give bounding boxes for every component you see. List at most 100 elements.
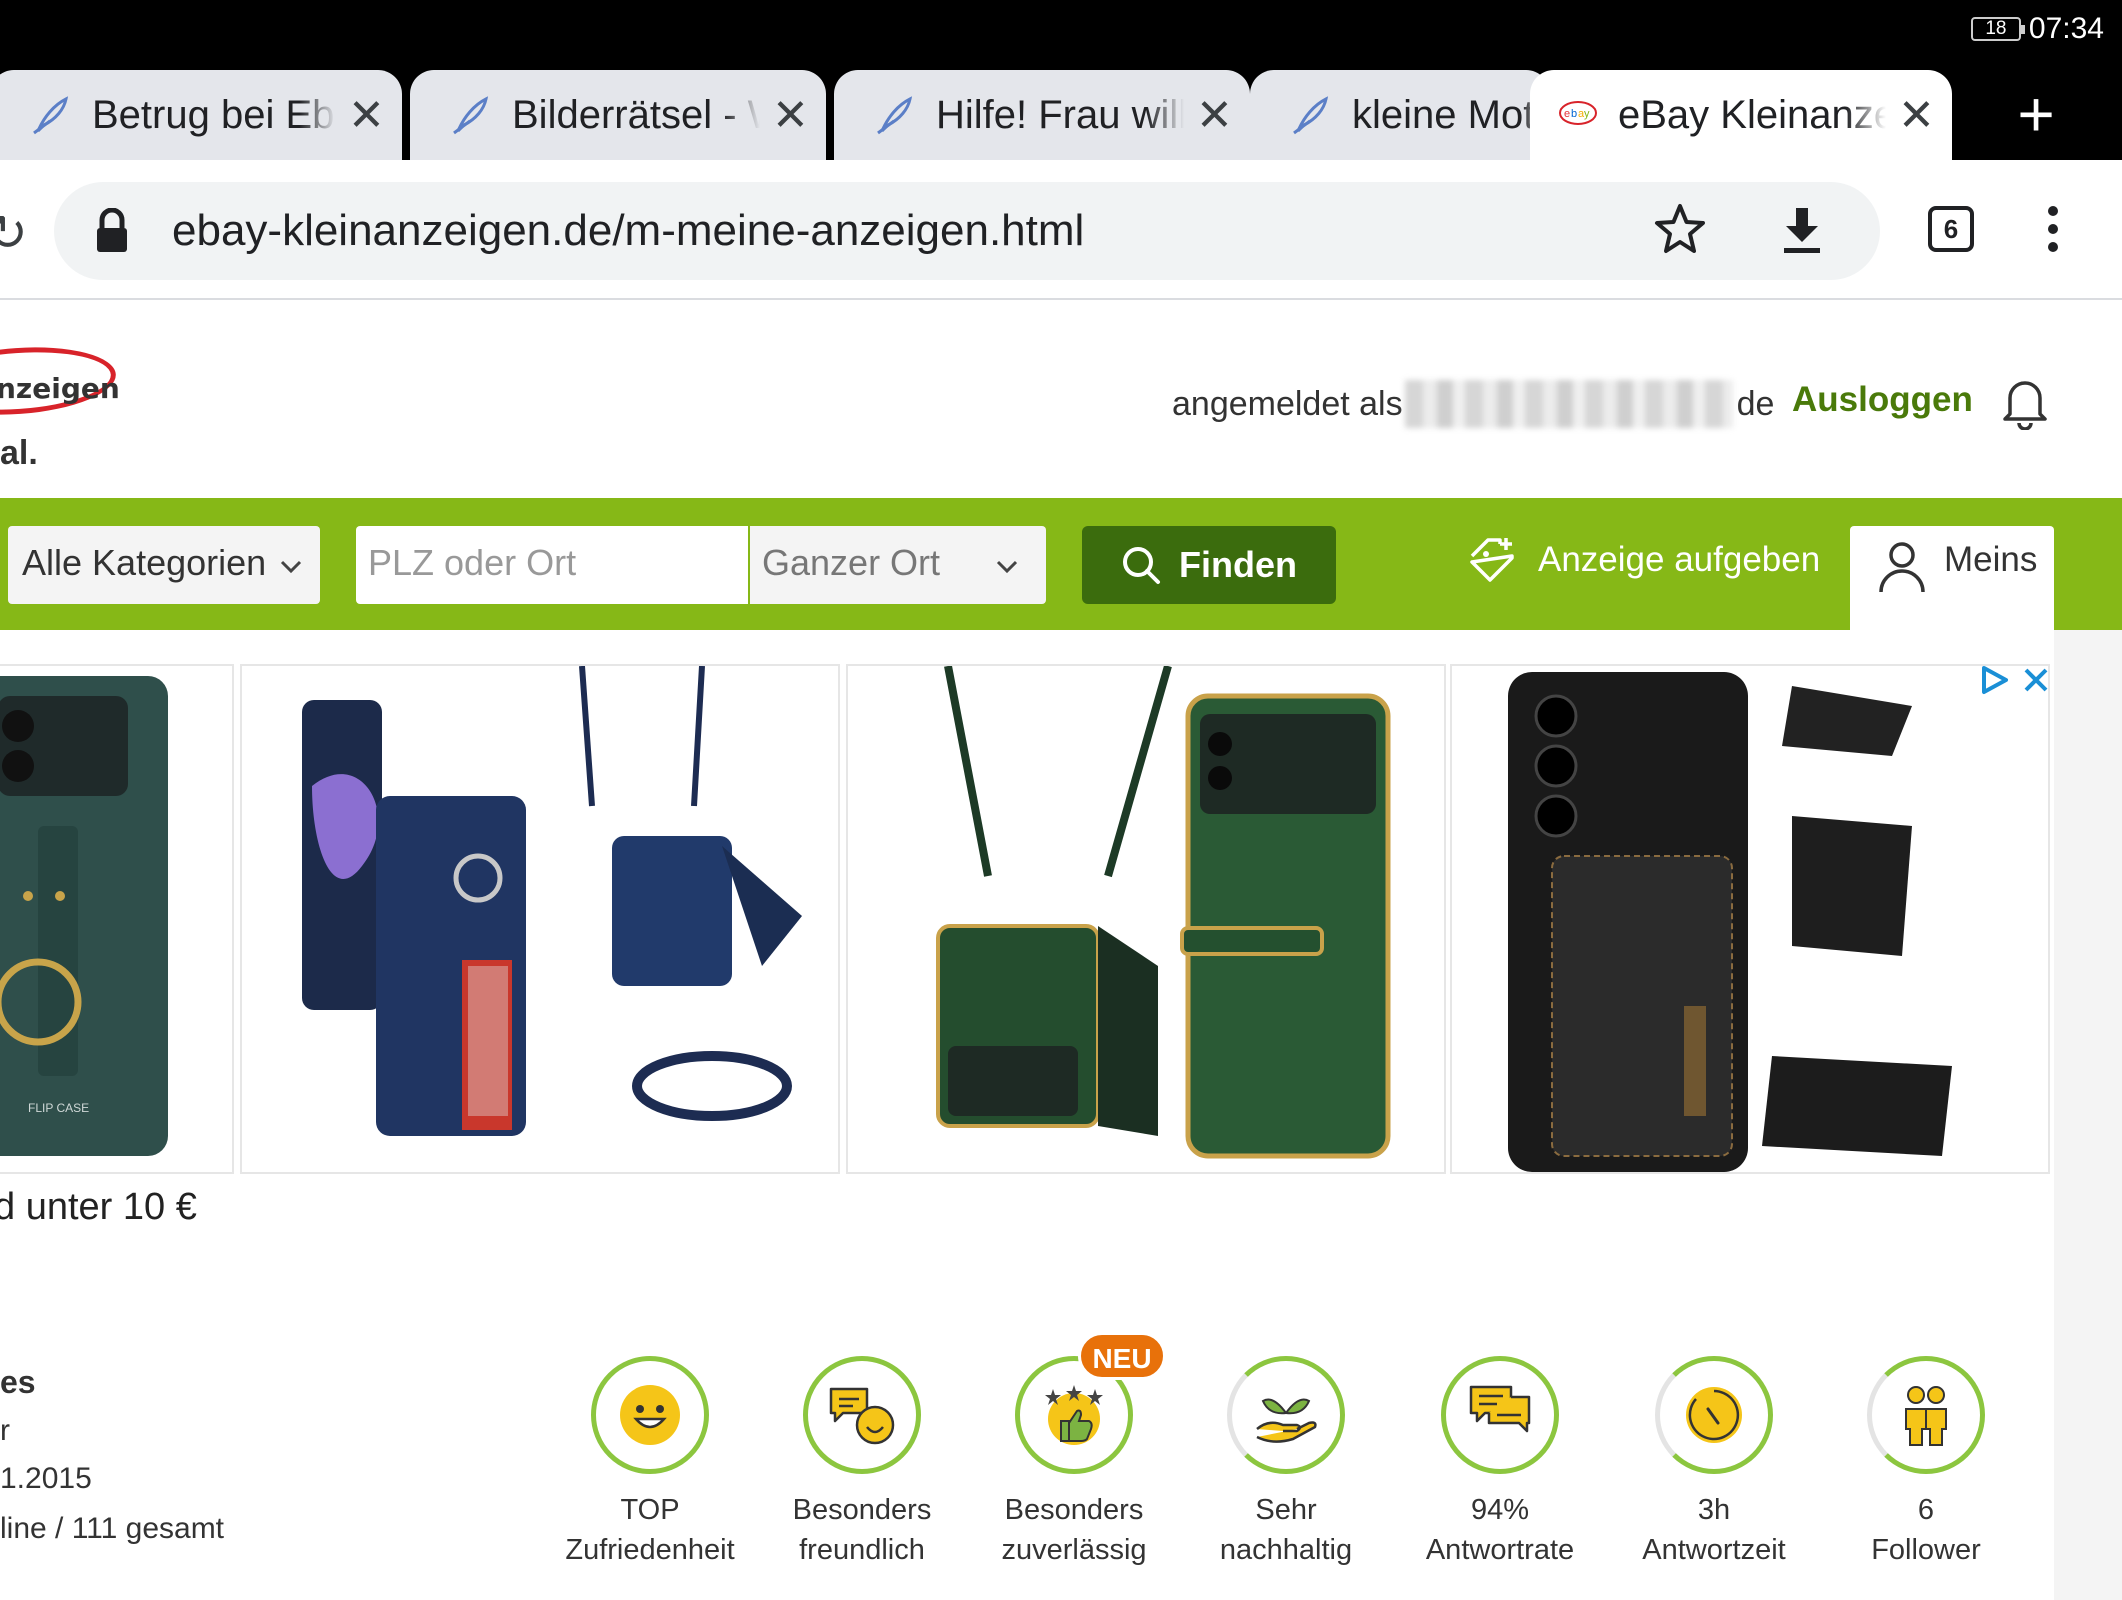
badge-response-time[interactable]: 3h Antwortzeit — [1614, 1356, 1814, 1570]
svg-text:FLIP CASE: FLIP CASE — [28, 1101, 89, 1115]
green-flip-case-image — [936, 666, 1391, 1159]
more-menu-icon[interactable] — [2046, 204, 2060, 254]
quill-favicon-icon — [1293, 96, 1329, 135]
browser-tab-active[interactable]: ebay eBay Kleinanzeigen ✕ — [1530, 70, 1952, 160]
status-bar: 18 07:34 — [0, 0, 2122, 66]
bookmark-star-icon[interactable] — [1650, 200, 1710, 260]
logged-in-prefix: angemeldet als — [1172, 384, 1403, 423]
quill-favicon-icon — [453, 96, 489, 135]
tab-title: eBay Kleinanzeigen — [1618, 92, 1886, 137]
radius-select[interactable]: Ganzer Ort — [750, 526, 1046, 604]
blurred-username — [1404, 380, 1733, 428]
ebay-kleinanzeigen-favicon-icon: ebay — [1559, 101, 1597, 125]
search-icon — [1123, 547, 1160, 584]
badge-line2: Follower — [1871, 1534, 1981, 1566]
location-input[interactable]: PLZ oder Ort — [356, 526, 748, 604]
browser-tab-2[interactable]: Bilderrätsel - W ✕ — [410, 70, 826, 160]
badge-friendly[interactable]: Besonders freundlich — [762, 1356, 962, 1570]
close-ad-icon[interactable] — [2022, 666, 2050, 694]
clock-time: 07:34 — [2028, 12, 2104, 45]
badge-reliable[interactable]: Besonders zuverlässig — [974, 1356, 1174, 1570]
badge-ring — [803, 1356, 921, 1474]
svg-text:e: e — [1564, 108, 1570, 120]
thumbs-up-stars-icon — [1045, 1385, 1103, 1445]
tab-switcher-button[interactable]: 6 — [1928, 206, 1974, 252]
tab-strip: Betrug bei Ebay ✕ Bilderrätsel - W ✕ Hil… — [0, 66, 2122, 160]
adchoices-play-icon[interactable] — [1978, 664, 2010, 696]
quill-favicon-icon — [877, 96, 913, 135]
close-tab-icon[interactable]: ✕ — [772, 90, 809, 141]
badge-line2: Zufriedenheit — [565, 1534, 735, 1566]
profile-ads-count: line / 111 gesamt — [0, 1512, 225, 1545]
new-tab-button[interactable]: + — [2006, 82, 2066, 146]
close-tab-icon[interactable]: ✕ — [348, 90, 385, 141]
badge-ring — [1227, 1356, 1345, 1474]
page-right-margin — [2054, 630, 2122, 1600]
profile-type: r — [0, 1414, 10, 1447]
badge-ring — [1441, 1356, 1559, 1474]
my-account-tab[interactable]: Meins — [1850, 526, 2054, 630]
ad-product-4[interactable] — [1450, 664, 2050, 1174]
address-bar[interactable]: ebay-kleinanzeigen.de/m-meine-anzeigen.h… — [54, 182, 1880, 280]
ad-product-2[interactable] — [240, 664, 840, 1174]
badge-followers[interactable]: 6 Follower — [1826, 1356, 2026, 1570]
lock-icon[interactable] — [94, 208, 130, 254]
ad-caption: d unter 10 € — [0, 1186, 197, 1228]
ad-product-1[interactable]: FLIP CASE — [0, 664, 234, 1174]
radius-select-value: Ganzer Ort — [762, 542, 941, 583]
category-select[interactable]: Alle Kategorien — [8, 526, 320, 604]
ad-choices — [1978, 664, 2050, 696]
tab-title: Betrug bei Ebay — [92, 92, 336, 137]
badge-line2: Antwortrate — [1425, 1534, 1575, 1566]
badge-line1: 94% — [1470, 1494, 1530, 1526]
profile-name: es — [0, 1364, 36, 1400]
badge-line1: Besonders — [1004, 1494, 1144, 1526]
badge-line2: zuverlässig — [1001, 1534, 1147, 1566]
url-text[interactable]: ebay-kleinanzeigen.de/m-meine-anzeigen.h… — [172, 206, 1084, 256]
badge-ring — [591, 1356, 709, 1474]
chat-smiley-icon — [829, 1387, 895, 1445]
site-logo-tagline: al. — [0, 434, 38, 472]
close-tab-icon[interactable]: ✕ — [1898, 90, 1935, 141]
navy-flip-case-image — [302, 666, 802, 1136]
badge-top-satisfaction[interactable]: TOP Zufriedenheit — [550, 1356, 750, 1570]
badge-line1: TOP — [620, 1494, 680, 1526]
close-tab-icon[interactable]: ✕ — [1196, 90, 1233, 141]
logged-in-suffix: de — [1736, 384, 1775, 423]
badge-line1: 3h — [1697, 1494, 1731, 1526]
badge-line1: Besonders — [792, 1494, 932, 1526]
browser-tab-1[interactable]: Betrug bei Ebay ✕ — [0, 70, 402, 160]
tab-title: Bilderrätsel - W — [512, 92, 760, 137]
find-button[interactable]: Finden — [1082, 526, 1336, 604]
chevron-down-icon — [996, 560, 1018, 574]
smiley-icon — [620, 1385, 680, 1445]
battery-icon: 18 — [1970, 17, 2025, 41]
badge-sustainable[interactable]: Sehr nachhaltig — [1186, 1356, 1386, 1570]
site-logo-text[interactable]: nzeigen — [0, 372, 120, 405]
ad-product-3[interactable] — [846, 664, 1446, 1174]
logged-in-info: angemeldet als de — [1172, 380, 1774, 428]
profile-member-since: 1.2015 — [0, 1462, 92, 1495]
download-icon[interactable] — [1772, 200, 1832, 260]
tab-title: kleine Moto — [1352, 92, 1550, 137]
browser-tab-3[interactable]: Hilfe! Frau will ✕ — [834, 70, 1250, 160]
badge-response-rate[interactable]: 94% Antwortrate — [1400, 1356, 1600, 1570]
badge-line1: Sehr — [1255, 1494, 1317, 1526]
reload-icon[interactable]: ↻ — [0, 204, 28, 262]
quill-favicon-icon — [33, 96, 69, 135]
people-icon — [1905, 1386, 1947, 1446]
notification-bell-icon[interactable] — [2000, 374, 2050, 430]
badge-line2: nachhaltig — [1219, 1534, 1353, 1566]
new-badge-label: NEU — [1078, 1332, 1166, 1380]
post-ad-button[interactable]: Anzeige aufgeben — [1466, 534, 1820, 586]
my-account-label: Meins — [1944, 540, 2038, 579]
browser-tab-4[interactable]: kleine Moto — [1250, 70, 1550, 160]
plant-hand-icon — [1256, 1398, 1317, 1443]
user-icon — [1879, 542, 1925, 593]
badge-line1: 6 — [1917, 1494, 1935, 1526]
chevron-down-icon — [280, 560, 302, 574]
search-bar: Alle Kategorien PLZ oder Ort Ganzer Ort … — [0, 498, 2122, 630]
svg-text:b: b — [1571, 108, 1577, 120]
logout-link[interactable]: Ausloggen — [1792, 380, 1973, 420]
browser-toolbar: ↻ ebay-kleinanzeigen.de/m-meine-anzeigen… — [0, 160, 2122, 300]
